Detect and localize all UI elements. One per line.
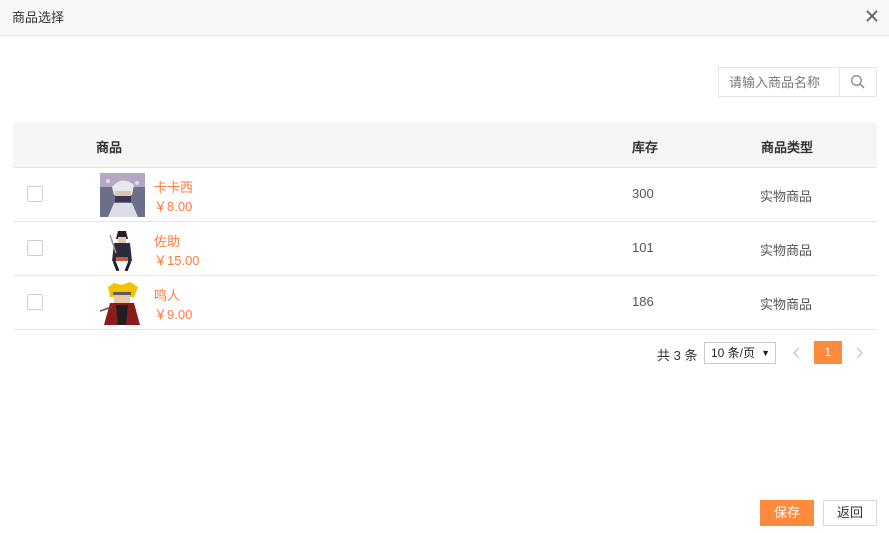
product-type: 实物商品 — [760, 297, 813, 312]
product-name[interactable]: 佐助 — [154, 231, 180, 250]
header-type: 商品类型 — [761, 140, 814, 155]
row-checkbox[interactable] — [27, 240, 43, 256]
dropdown-caret-icon: ▼ — [761, 348, 770, 358]
product-thumbnail — [100, 173, 145, 217]
goods-table: 商品 库存 商品类型 卡卡西 ￥8.00 300 实物商品 佐助 ￥15.00 … — [13, 123, 877, 330]
search-icon[interactable] — [839, 68, 876, 96]
header-goods: 商品 — [96, 140, 123, 155]
header-stock: 库存 — [632, 140, 659, 155]
dialog-title: 商品选择 — [12, 10, 65, 25]
back-button[interactable]: 返回 — [823, 500, 877, 526]
pagination: 共 3 条 10 条/页 ▼ 1 — [0, 341, 889, 365]
save-button[interactable]: 保存 — [760, 500, 814, 526]
chevron-left-icon[interactable] — [789, 345, 805, 361]
table-header: 商品 库存 商品类型 — [13, 123, 877, 168]
product-name[interactable]: 鸣人 — [154, 285, 180, 304]
product-stock: 186 — [632, 294, 654, 309]
chevron-right-icon[interactable] — [851, 345, 867, 361]
product-thumbnail — [100, 281, 145, 325]
row-checkbox[interactable] — [27, 186, 43, 202]
table-row[interactable]: 卡卡西 ￥8.00 300 实物商品 — [13, 168, 877, 222]
page-size-select[interactable]: 10 条/页 ▼ — [704, 342, 776, 364]
product-price: ￥15.00 — [154, 253, 200, 268]
dialog-header: 商品选择 — [0, 0, 889, 36]
row-checkbox[interactable] — [27, 294, 43, 310]
product-type: 实物商品 — [760, 243, 813, 258]
product-thumbnail — [100, 227, 145, 271]
product-name[interactable]: 卡卡西 — [154, 177, 193, 196]
search-box — [718, 67, 877, 97]
close-icon[interactable] — [863, 7, 881, 25]
product-price: ￥8.00 — [154, 199, 193, 214]
product-price: ￥9.00 — [154, 307, 193, 322]
product-type: 实物商品 — [760, 189, 813, 204]
page-size-value: 10 条/页 — [711, 346, 756, 360]
search-input[interactable] — [719, 68, 839, 96]
product-stock: 300 — [632, 186, 654, 201]
table-row[interactable]: 鸣人 ￥9.00 186 实物商品 — [13, 276, 877, 330]
page-number-current[interactable]: 1 — [814, 341, 842, 364]
pagination-total: 共 3 条 — [657, 348, 698, 363]
product-stock: 101 — [632, 240, 654, 255]
table-row[interactable]: 佐助 ￥15.00 101 实物商品 — [13, 222, 877, 276]
